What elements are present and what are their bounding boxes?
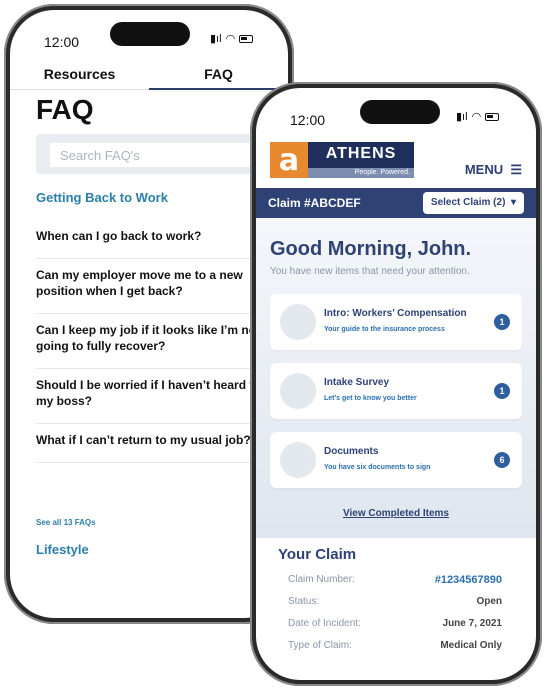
status-icons: ▮ıl ◠: [456, 110, 500, 123]
claim-number-value: #1234567890: [434, 574, 502, 586]
count-badge: 1: [494, 383, 510, 399]
select-claim-label: Select Claim (2): [430, 197, 506, 208]
status-bar: 12:00 ▮ıl ◠: [256, 88, 536, 138]
tab-faq[interactable]: FAQ: [149, 62, 288, 90]
status-value: Open: [476, 596, 502, 607]
task-avatar: [280, 373, 316, 409]
detail-label: Type of Claim:: [288, 640, 352, 651]
subgreeting: You have new items that need your attent…: [270, 266, 470, 277]
faq-screen: 12:00 ▮ıl ◠ Resources FAQ FAQ ⚲ Getting …: [10, 10, 288, 618]
claim-detail-row: Type of Claim: Medical Only: [288, 640, 502, 654]
section-heading-back-to-work: Getting Back to Work: [36, 190, 168, 205]
menu-button[interactable]: MENU ☰: [465, 162, 522, 178]
wifi-icon: ◠: [225, 33, 236, 45]
faq-tabs: Resources FAQ: [10, 62, 288, 90]
dashboard: Good Morning, John. You have new items t…: [256, 218, 536, 538]
task-title: Intro: Workers’ Compensation: [324, 308, 467, 319]
select-claim-dropdown[interactable]: Select Claim (2) ▾: [422, 192, 524, 214]
task-card-intro[interactable]: Intro: Workers’ Compensation Your guide …: [270, 294, 522, 350]
tab-resources[interactable]: Resources: [10, 62, 149, 90]
task-card-intake-survey[interactable]: Intake Survey Let’s get to know you bett…: [270, 363, 522, 419]
detail-label: Status:: [288, 596, 320, 607]
wifi-icon: ◠: [471, 111, 482, 123]
your-claim-heading: Your Claim: [278, 546, 357, 563]
section-heading-lifestyle: Lifestyle: [36, 542, 89, 557]
dynamic-island: [360, 100, 440, 124]
claim-phone: 12:00 ▮ıl ◠ a ATHENS People. Powered. ME…: [250, 82, 542, 686]
battery-icon: [239, 34, 254, 43]
status-time: 12:00: [44, 34, 80, 50]
count-badge: 1: [494, 314, 510, 330]
menu-label: MENU: [464, 162, 504, 177]
count-badge: 6: [494, 452, 510, 468]
task-subtitle: Let’s get to know you better: [324, 395, 417, 402]
view-completed-link[interactable]: View Completed Items: [256, 508, 536, 519]
task-avatar: [280, 304, 316, 340]
detail-label: Date of Incident:: [288, 618, 361, 629]
status-icons: ▮ıl ◠: [210, 32, 254, 45]
claim-title: Claim #ABCDEF: [268, 196, 361, 210]
athens-logo: a ATHENS People. Powered.: [270, 142, 414, 178]
detail-label: Claim Number:: [288, 574, 355, 585]
task-title: Intake Survey: [324, 377, 390, 388]
app-header: a ATHENS People. Powered. MENU ☰: [256, 138, 536, 186]
page-title: FAQ: [36, 94, 94, 125]
signal-icon: ▮ıl: [210, 33, 222, 45]
greeting: Good Morning, John.: [270, 238, 472, 260]
logo-mark-icon: a: [270, 142, 308, 178]
task-title: Documents: [324, 446, 379, 457]
status-time: 12:00: [290, 112, 326, 128]
claim-detail-row: Status: Open: [288, 596, 502, 610]
task-subtitle: Your guide to the insurance process: [324, 326, 445, 333]
task-avatar: [280, 442, 316, 478]
task-card-documents[interactable]: Documents You have six documents to sign…: [270, 432, 522, 488]
signal-icon: ▮ıl: [456, 111, 468, 123]
incident-date-value: June 7, 2021: [442, 618, 502, 629]
battery-icon: [485, 112, 500, 121]
claim-screen: 12:00 ▮ıl ◠ a ATHENS People. Powered. ME…: [256, 88, 536, 680]
claim-bar: Claim #ABCDEF Select Claim (2) ▾: [256, 188, 536, 218]
claim-detail-row: Date of Incident: June 7, 2021: [288, 618, 502, 632]
hamburger-icon: ☰: [506, 162, 522, 177]
claim-type-value: Medical Only: [440, 640, 502, 651]
status-bar: 12:00 ▮ıl ◠: [10, 10, 288, 60]
task-subtitle: You have six documents to sign: [324, 464, 431, 471]
logo-tagline: People. Powered.: [308, 168, 414, 178]
see-all-faqs-link[interactable]: See all 13 FAQs: [36, 518, 96, 527]
logo-name: ATHENS: [325, 145, 397, 162]
dynamic-island: [110, 22, 190, 46]
claim-detail-row: Claim Number: #1234567890: [288, 574, 502, 588]
logo-wordmark: ATHENS People. Powered.: [308, 142, 414, 178]
caret-down-icon: ▾: [508, 197, 516, 208]
